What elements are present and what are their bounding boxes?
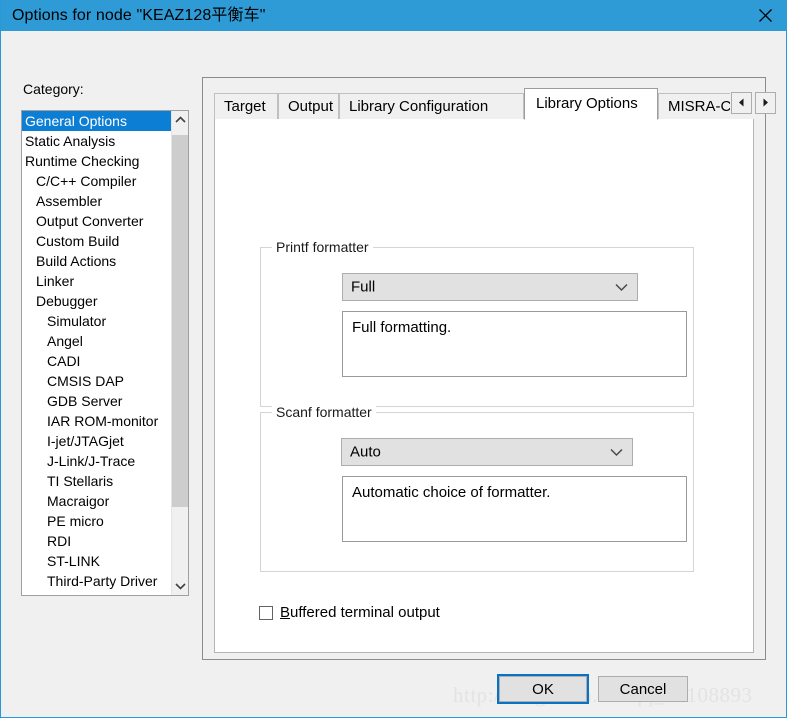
chevron-down-icon bbox=[174, 583, 186, 590]
accelerator-letter: B bbox=[280, 604, 291, 621]
ok-button[interactable]: OK bbox=[497, 674, 589, 704]
category-item[interactable]: Runtime Checking bbox=[22, 151, 172, 171]
tab-misra-c[interactable]: MISRA-C:2 bbox=[658, 93, 730, 119]
chevron-up-icon bbox=[174, 116, 186, 123]
scanf-formatter-group: Scanf formatter Auto Automatic choice of… bbox=[260, 404, 694, 572]
category-item[interactable]: Simulator bbox=[22, 311, 172, 331]
tab-misra-c-clip: MISRA-C:2 bbox=[658, 93, 730, 119]
category-item[interactable]: GDB Server bbox=[22, 391, 172, 411]
category-item[interactable]: C/C++ Compiler bbox=[22, 171, 172, 191]
category-item[interactable]: I-jet/JTAGjet bbox=[22, 431, 172, 451]
scanf-formatter-description: Automatic choice of formatter. bbox=[342, 476, 687, 542]
category-label: Category: bbox=[23, 81, 84, 97]
window-title: Options for node "KEAZ128平衡车" bbox=[12, 7, 266, 24]
printf-formatter-title: Printf formatter bbox=[272, 239, 373, 255]
category-item[interactable]: RDI bbox=[22, 531, 172, 551]
tab-target[interactable]: Target bbox=[214, 93, 278, 119]
category-item[interactable]: Output Converter bbox=[22, 211, 172, 231]
tab-library-options[interactable]: Library Options bbox=[524, 88, 658, 120]
scrollbar-down-button[interactable] bbox=[172, 578, 188, 595]
label-rest: uffered terminal output bbox=[290, 604, 440, 621]
category-item[interactable]: TI Stellaris bbox=[22, 471, 172, 491]
checkbox-box-icon bbox=[259, 605, 273, 620]
scrollbar-thumb[interactable] bbox=[172, 135, 188, 507]
category-item[interactable]: Assembler bbox=[22, 191, 172, 211]
triangle-right-icon bbox=[762, 94, 769, 112]
close-button[interactable] bbox=[742, 0, 787, 31]
scanf-formatter-value: Auto bbox=[350, 443, 381, 461]
chevron-down-icon bbox=[615, 279, 628, 296]
title-bar: Options for node "KEAZ128平衡车" bbox=[1, 0, 787, 31]
cancel-button[interactable]: Cancel bbox=[598, 676, 688, 702]
category-item[interactable]: CADI bbox=[22, 351, 172, 371]
category-list[interactable]: General Options Static Analysis Runtime Ch… bbox=[21, 110, 189, 596]
printf-formatter-description: Full formatting. bbox=[342, 311, 687, 377]
category-item[interactable]: Third-Party Driver bbox=[22, 571, 172, 591]
printf-formatter-value: Full bbox=[351, 278, 376, 296]
printf-formatter-select[interactable]: Full bbox=[342, 273, 638, 301]
category-item[interactable]: Angel bbox=[22, 331, 172, 351]
tab-output[interactable]: Output bbox=[278, 93, 339, 119]
category-item[interactable]: General Options bbox=[22, 111, 172, 131]
category-scrollbar[interactable] bbox=[171, 111, 188, 595]
printf-formatter-group: Printf formatter Full Full formatting. bbox=[260, 239, 694, 407]
category-item[interactable]: Macraigor bbox=[22, 491, 172, 511]
category-item[interactable]: Build Actions bbox=[22, 251, 172, 271]
category-item[interactable]: Debugger bbox=[22, 291, 172, 311]
tab-scroll-right-button[interactable] bbox=[755, 92, 776, 114]
triangle-left-icon bbox=[738, 94, 745, 112]
category-item[interactable]: J-Link/J-Trace bbox=[22, 451, 172, 471]
scrollbar-up-button[interactable] bbox=[172, 111, 188, 128]
category-items: General Options Static Analysis Runtime Ch… bbox=[22, 111, 172, 591]
tab-page-library-options: Printf formatter Full Full formatting. S… bbox=[214, 119, 754, 653]
buffered-terminal-output-label: Buffered terminal output bbox=[280, 604, 440, 621]
category-item[interactable]: PE micro bbox=[22, 511, 172, 531]
chevron-down-icon bbox=[610, 444, 623, 461]
category-item[interactable]: Linker bbox=[22, 271, 172, 291]
category-item[interactable]: ST-LINK bbox=[22, 551, 172, 571]
tab-library-configuration[interactable]: Library Configuration bbox=[339, 93, 524, 119]
options-dialog: Options for node "KEAZ128平衡车" Category: … bbox=[0, 0, 787, 718]
category-item[interactable]: IAR ROM-monitor bbox=[22, 411, 172, 431]
scanf-formatter-select[interactable]: Auto bbox=[341, 438, 633, 466]
buffered-terminal-output-checkbox[interactable]: Buffered terminal output bbox=[259, 604, 440, 621]
tab-strip: Target Output Library Configuration Libr… bbox=[214, 88, 776, 120]
close-icon bbox=[758, 9, 772, 22]
category-item[interactable]: Static Analysis bbox=[22, 131, 172, 151]
tab-scroll-left-button[interactable] bbox=[731, 92, 752, 114]
category-item[interactable]: CMSIS DAP bbox=[22, 371, 172, 391]
category-item[interactable]: Custom Build bbox=[22, 231, 172, 251]
scanf-formatter-title: Scanf formatter bbox=[272, 404, 376, 420]
